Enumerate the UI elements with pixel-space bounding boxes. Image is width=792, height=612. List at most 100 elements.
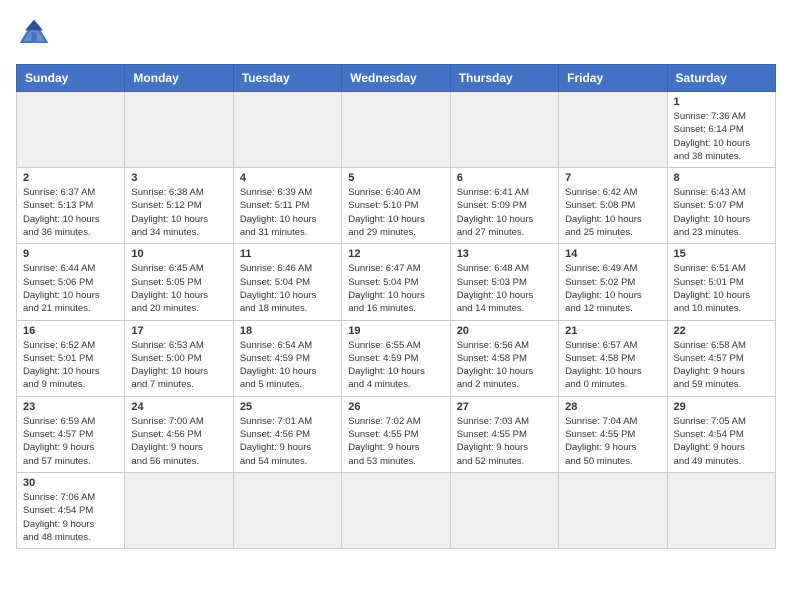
- day-number-9: 9: [23, 248, 118, 260]
- calendar-cell-empty: [667, 472, 775, 548]
- day-number-15: 15: [674, 248, 769, 260]
- header: [16, 16, 776, 52]
- day-info-6: Sunrise: 6:41 AM Sunset: 5:09 PM Dayligh…: [457, 186, 552, 239]
- calendar-cell-4: 4 Sunrise: 6:39 AM Sunset: 5:11 PM Daylig…: [233, 168, 341, 244]
- calendar-cell-22: 22 Sunrise: 6:58 AM Sunset: 4:57 PM Dayli…: [667, 320, 775, 396]
- calendar-cell-2: 2Sunrise: 6:37 AM Sunset: 5:13 PM Daylig…: [17, 168, 125, 244]
- page-container: SundayMondayTuesdayWednesdayThursdayFrid…: [16, 16, 776, 549]
- day-number-20: 20: [457, 325, 552, 337]
- day-info-3: Sunrise: 6:38 AM Sunset: 5:12 PM Dayligh…: [131, 186, 226, 239]
- day-number-12: 12: [348, 248, 443, 260]
- day-info-13: Sunrise: 6:48 AM Sunset: 5:03 PM Dayligh…: [457, 262, 552, 315]
- day-number-29: 29: [674, 401, 769, 413]
- day-info-1: Sunrise: 7:36 AM Sunset: 6:14 PM Dayligh…: [674, 110, 769, 163]
- day-number-11: 11: [240, 248, 335, 260]
- day-number-21: 21: [565, 325, 660, 337]
- day-info-30: Sunrise: 7:06 AM Sunset: 4:54 PM Dayligh…: [23, 491, 118, 544]
- day-number-26: 26: [348, 401, 443, 413]
- day-info-22: Sunrise: 6:58 AM Sunset: 4:57 PM Dayligh…: [674, 339, 769, 392]
- calendar-cell-empty: [559, 472, 667, 548]
- calendar-cell-30: 30 Sunrise: 7:06 AM Sunset: 4:54 PM Dayli…: [17, 472, 125, 548]
- day-number-23: 23: [23, 401, 118, 413]
- day-number-5: 5: [348, 172, 443, 184]
- day-number-7: 7: [565, 172, 660, 184]
- day-info-7: Sunrise: 6:42 AM Sunset: 5:08 PM Dayligh…: [565, 186, 660, 239]
- calendar-cell-6: 6 Sunrise: 6:41 AM Sunset: 5:09 PM Daylig…: [450, 168, 558, 244]
- day-number-4: 4: [240, 172, 335, 184]
- logo-icon: [16, 16, 52, 52]
- weekday-header-friday: Friday: [559, 65, 667, 92]
- calendar-week-row-4: 23 Sunrise: 6:59 AM Sunset: 4:57 PM Dayli…: [17, 396, 776, 472]
- day-number-13: 13: [457, 248, 552, 260]
- calendar-cell-3: 3Sunrise: 6:38 AM Sunset: 5:12 PM Daylig…: [125, 168, 233, 244]
- day-info-29: Sunrise: 7:05 AM Sunset: 4:54 PM Dayligh…: [674, 415, 769, 468]
- calendar-cell-12: 12 Sunrise: 6:47 AM Sunset: 5:04 PM Dayli…: [342, 244, 450, 320]
- day-number-25: 25: [240, 401, 335, 413]
- calendar-cell-empty: [125, 92, 233, 168]
- calendar-cell-empty: [17, 92, 125, 168]
- day-info-23: Sunrise: 6:59 AM Sunset: 4:57 PM Dayligh…: [23, 415, 118, 468]
- calendar-cell-5: 5 Sunrise: 6:40 AM Sunset: 5:10 PM Daylig…: [342, 168, 450, 244]
- calendar-cell-13: 13 Sunrise: 6:48 AM Sunset: 5:03 PM Dayli…: [450, 244, 558, 320]
- day-info-10: Sunrise: 6:45 AM Sunset: 5:05 PM Dayligh…: [131, 262, 226, 315]
- weekday-header-saturday: Saturday: [667, 65, 775, 92]
- calendar-cell-empty: [450, 472, 558, 548]
- calendar-cell-18: 18Sunrise: 6:54 AM Sunset: 4:59 PM Dayli…: [233, 320, 341, 396]
- day-info-19: Sunrise: 6:55 AM Sunset: 4:59 PM Dayligh…: [348, 339, 443, 392]
- calendar-cell-10: 10 Sunrise: 6:45 AM Sunset: 5:05 PM Dayli…: [125, 244, 233, 320]
- calendar-cell-empty: [559, 92, 667, 168]
- calendar-week-row-2: 9 Sunrise: 6:44 AM Sunset: 5:06 PM Daylig…: [17, 244, 776, 320]
- day-info-11: Sunrise: 6:46 AM Sunset: 5:04 PM Dayligh…: [240, 262, 335, 315]
- day-info-21: Sunrise: 6:57 AM Sunset: 4:58 PM Dayligh…: [565, 339, 660, 392]
- day-info-17: Sunrise: 6:53 AM Sunset: 5:00 PM Dayligh…: [131, 339, 226, 392]
- logo: [16, 16, 58, 52]
- calendar-cell-23: 23 Sunrise: 6:59 AM Sunset: 4:57 PM Dayli…: [17, 396, 125, 472]
- calendar-cell-7: 7 Sunrise: 6:42 AM Sunset: 5:08 PM Daylig…: [559, 168, 667, 244]
- day-number-17: 17: [131, 325, 226, 337]
- day-number-2: 2: [23, 172, 118, 184]
- day-number-14: 14: [565, 248, 660, 260]
- calendar-cell-15: 15 Sunrise: 6:51 AM Sunset: 5:01 PM Dayli…: [667, 244, 775, 320]
- day-number-10: 10: [131, 248, 226, 260]
- day-number-24: 24: [131, 401, 226, 413]
- calendar-cell-1: 1 Sunrise: 7:36 AM Sunset: 6:14 PM Daylig…: [667, 92, 775, 168]
- calendar-week-row-5: 30 Sunrise: 7:06 AM Sunset: 4:54 PM Dayli…: [17, 472, 776, 548]
- day-number-19: 19: [348, 325, 443, 337]
- day-info-9: Sunrise: 6:44 AM Sunset: 5:06 PM Dayligh…: [23, 262, 118, 315]
- day-info-5: Sunrise: 6:40 AM Sunset: 5:10 PM Dayligh…: [348, 186, 443, 239]
- calendar: SundayMondayTuesdayWednesdayThursdayFrid…: [16, 64, 776, 549]
- calendar-cell-11: 11 Sunrise: 6:46 AM Sunset: 5:04 PM Dayli…: [233, 244, 341, 320]
- weekday-header-tuesday: Tuesday: [233, 65, 341, 92]
- weekday-header-sunday: Sunday: [17, 65, 125, 92]
- calendar-cell-20: 20 Sunrise: 6:56 AM Sunset: 4:58 PM Dayli…: [450, 320, 558, 396]
- calendar-week-row-0: 1 Sunrise: 7:36 AM Sunset: 6:14 PM Daylig…: [17, 92, 776, 168]
- calendar-cell-empty: [125, 472, 233, 548]
- day-info-26: Sunrise: 7:02 AM Sunset: 4:55 PM Dayligh…: [348, 415, 443, 468]
- calendar-week-row-3: 16Sunrise: 6:52 AM Sunset: 5:01 PM Dayli…: [17, 320, 776, 396]
- day-number-8: 8: [674, 172, 769, 184]
- calendar-cell-empty: [342, 472, 450, 548]
- day-number-22: 22: [674, 325, 769, 337]
- day-info-16: Sunrise: 6:52 AM Sunset: 5:01 PM Dayligh…: [23, 339, 118, 392]
- weekday-header-wednesday: Wednesday: [342, 65, 450, 92]
- day-number-28: 28: [565, 401, 660, 413]
- calendar-cell-8: 8 Sunrise: 6:43 AM Sunset: 5:07 PM Daylig…: [667, 168, 775, 244]
- calendar-cell-25: 25 Sunrise: 7:01 AM Sunset: 4:56 PM Dayli…: [233, 396, 341, 472]
- calendar-cell-19: 19 Sunrise: 6:55 AM Sunset: 4:59 PM Dayli…: [342, 320, 450, 396]
- day-info-4: Sunrise: 6:39 AM Sunset: 5:11 PM Dayligh…: [240, 186, 335, 239]
- calendar-cell-14: 14 Sunrise: 6:49 AM Sunset: 5:02 PM Dayli…: [559, 244, 667, 320]
- calendar-cell-empty: [450, 92, 558, 168]
- day-info-18: Sunrise: 6:54 AM Sunset: 4:59 PM Dayligh…: [240, 339, 335, 392]
- calendar-cell-21: 21 Sunrise: 6:57 AM Sunset: 4:58 PM Dayli…: [559, 320, 667, 396]
- day-info-25: Sunrise: 7:01 AM Sunset: 4:56 PM Dayligh…: [240, 415, 335, 468]
- day-number-30: 30: [23, 477, 118, 489]
- day-info-12: Sunrise: 6:47 AM Sunset: 5:04 PM Dayligh…: [348, 262, 443, 315]
- weekday-header-thursday: Thursday: [450, 65, 558, 92]
- calendar-cell-26: 26 Sunrise: 7:02 AM Sunset: 4:55 PM Dayli…: [342, 396, 450, 472]
- day-info-15: Sunrise: 6:51 AM Sunset: 5:01 PM Dayligh…: [674, 262, 769, 315]
- day-number-6: 6: [457, 172, 552, 184]
- day-info-20: Sunrise: 6:56 AM Sunset: 4:58 PM Dayligh…: [457, 339, 552, 392]
- day-info-14: Sunrise: 6:49 AM Sunset: 5:02 PM Dayligh…: [565, 262, 660, 315]
- day-info-8: Sunrise: 6:43 AM Sunset: 5:07 PM Dayligh…: [674, 186, 769, 239]
- day-number-1: 1: [674, 96, 769, 108]
